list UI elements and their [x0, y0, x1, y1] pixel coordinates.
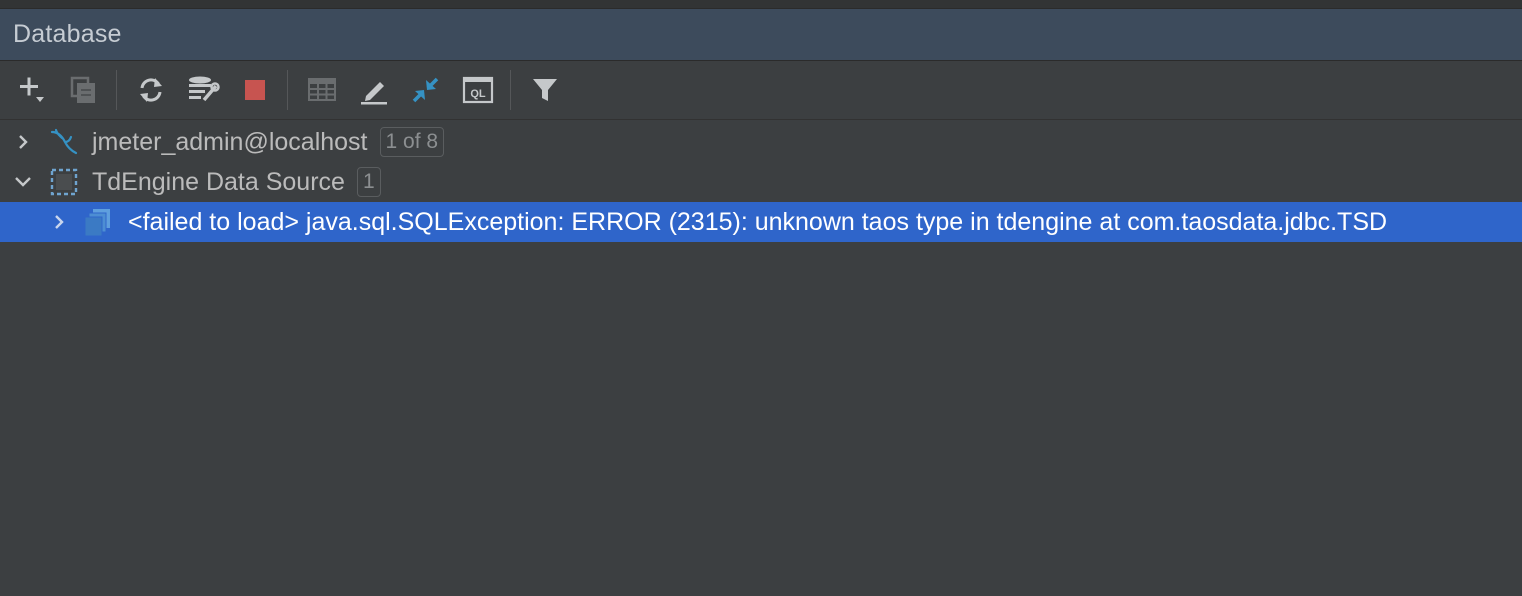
stop-icon	[245, 80, 265, 100]
table-view-button[interactable]	[304, 70, 340, 110]
table-icon	[308, 78, 336, 101]
db-wrench-icon	[189, 76, 220, 102]
tree-node-label: jmeter_admin@localhost	[92, 127, 368, 156]
chevron-down-icon[interactable]	[12, 171, 34, 193]
toolbar: QL	[0, 61, 1522, 120]
filter-icon	[533, 79, 557, 101]
toolbar-separator	[510, 70, 511, 110]
panel-title: Database	[13, 20, 122, 48]
stop-button[interactable]	[237, 70, 273, 110]
mysql-dolphin-icon	[48, 126, 80, 158]
data-source-icon	[48, 166, 80, 198]
tree-node-error-label: <failed to load> java.sql.SQLException: …	[128, 207, 1388, 236]
duplicate-button[interactable]	[66, 70, 102, 110]
schema-stack-icon	[82, 206, 114, 238]
toolbar-separator	[116, 70, 117, 110]
plus-dropdown-icon	[20, 77, 44, 102]
tree-node-tdengine[interactable]: TdEngine Data Source 1	[0, 162, 1522, 202]
data-source-properties-button[interactable]	[185, 70, 221, 110]
tree-node-label: TdEngine Data Source	[92, 167, 345, 196]
svg-text:QL: QL	[470, 88, 486, 100]
count-badge: 1	[356, 167, 381, 197]
tree-node-jmeter-admin[interactable]: jmeter_admin@localhost 1 of 8	[0, 122, 1522, 162]
tool-window-header: Database	[0, 9, 1522, 61]
ql-console-icon: QL	[462, 76, 494, 104]
ql-console-button[interactable]: QL	[460, 70, 496, 110]
tree-node-failed-schema[interactable]: <failed to load> java.sql.SQLException: …	[0, 202, 1522, 242]
database-tree[interactable]: jmeter_admin@localhost 1 of 8 TdEngine D…	[0, 120, 1522, 242]
top-strip	[0, 0, 1522, 9]
chevron-right-icon[interactable]	[12, 131, 34, 153]
edit-button[interactable]	[356, 70, 392, 110]
pencil-icon	[361, 82, 387, 105]
refresh-icon	[140, 78, 162, 102]
collapse-arrows-icon	[412, 77, 439, 103]
count-badge: 1 of 8	[379, 127, 445, 157]
jump-to-source-button[interactable]	[408, 70, 444, 110]
add-button[interactable]	[14, 70, 50, 110]
toolbar-separator	[287, 70, 288, 110]
chevron-right-icon[interactable]	[48, 211, 70, 233]
refresh-button[interactable]	[133, 70, 169, 110]
copy-icon	[70, 76, 95, 103]
filter-button[interactable]	[527, 70, 563, 110]
